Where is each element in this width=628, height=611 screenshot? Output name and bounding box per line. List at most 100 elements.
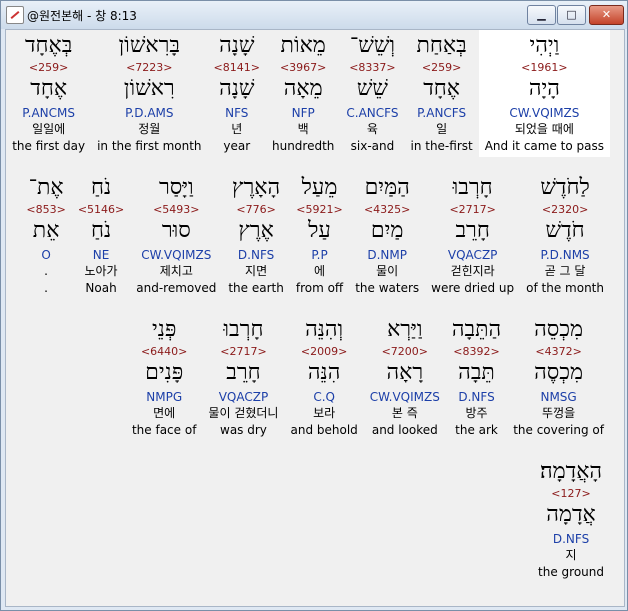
- korean-gloss: 일일에: [32, 122, 66, 136]
- verse-row-3: מִכְסֵה <4372> מִכְסֶה NMSG 뚜껑을 the cove…: [126, 314, 610, 441]
- hebrew-lemma: סוּר: [161, 218, 191, 243]
- strong-number[interactable]: <2717>: [208, 344, 278, 359]
- word-cell[interactable]: נֹחַ <5146> נֹחַ NE 노아가 Noah: [72, 172, 130, 299]
- word-cell[interactable]: וַיָּסַר <5493> סוּר CW.VQIMZS 제치고 and-r…: [130, 172, 222, 299]
- word-cell[interactable]: וַיַּרְא <7200> רָאָה CW.VQIMZS 본 즉 and …: [364, 314, 446, 441]
- strong-number[interactable]: <2009>: [290, 344, 357, 359]
- hebrew-word: אֶת־: [28, 175, 64, 200]
- english-gloss: of the month: [526, 281, 604, 295]
- word-cell[interactable]: אֶת־ <853> אֵת O . .: [20, 172, 71, 299]
- hebrew-lemma: הִנֵּה: [307, 360, 341, 385]
- word-cell[interactable]: הַתֵּבָה <8392> תֵּבָה D.NFS 방주 the ark: [446, 314, 507, 441]
- hebrew-word: נֹחַ: [90, 175, 112, 200]
- strong-number[interactable]: <8392>: [452, 344, 501, 359]
- strong-number[interactable]: <5493>: [136, 202, 216, 217]
- word-cell[interactable]: הָאָרֶץ <776> אֶרֶץ D.NFS 지면 the earth: [222, 172, 290, 299]
- hebrew-word: הַמַּיִם: [364, 175, 410, 200]
- korean-gloss: 방주: [465, 406, 488, 420]
- hebrew-lemma: רָאָה: [386, 360, 424, 385]
- english-gloss: the face of: [131, 423, 197, 437]
- word-cell[interactable]: הַמַּיִם <4325> מַיִם D.NMP 물이 the water…: [349, 172, 425, 299]
- word-cell[interactable]: פְּנֵי <6440> פָּנִים NMPG 면에 the face o…: [126, 314, 202, 441]
- korean-gloss: 물이 걷혔더니: [208, 406, 279, 420]
- morphology-code: CW.VQIMZS: [141, 248, 212, 262]
- strong-number[interactable]: <259>: [12, 60, 85, 75]
- app-window: @원전본해 - 창 8:13 ▁ □ ✕ וַיְהִי <1961> הָיָ…: [0, 0, 628, 611]
- word-cell[interactable]: בְּאַחַת <259> אֶחָד P.ANCFS 일 in the-fi…: [404, 30, 478, 157]
- morphology-code: D.NFS: [458, 390, 495, 404]
- strong-number[interactable]: <3967>: [272, 60, 334, 75]
- word-cell[interactable]: שָׁנָה <8141> שָׁנָה NFS 년 year: [208, 30, 266, 157]
- word-cell[interactable]: וְשֵׁשׁ־ <8337> שֵׁשׁ C.ANCFS 육 six-and: [340, 30, 404, 157]
- hebrew-lemma: עַל: [308, 218, 331, 243]
- strong-number[interactable]: <8337>: [346, 60, 398, 75]
- english-gloss: the earth: [228, 281, 284, 295]
- hebrew-lemma: אֶחָד: [423, 76, 460, 101]
- hebrew-lemma: חֹדֶשׁ: [545, 218, 585, 243]
- hebrew-word: שָׁנָה: [219, 33, 255, 58]
- korean-gloss: .: [44, 264, 48, 278]
- strong-number[interactable]: <259>: [410, 60, 472, 75]
- strong-number[interactable]: <8141>: [214, 60, 260, 75]
- english-gloss: And it came to pass: [484, 139, 604, 153]
- maximize-button[interactable]: □: [557, 5, 586, 25]
- korean-gloss: 노아가: [84, 264, 118, 278]
- word-cell[interactable]: וַיְהִי <1961> הָיָה CW.VQIMZS 되었을 때에 An…: [478, 30, 610, 157]
- english-gloss: and looked: [371, 423, 438, 437]
- morphology-code: VQACZP: [218, 390, 269, 404]
- word-cell[interactable]: לַחֹדֶשׁ <2320> חֹדֶשׁ P.D.NMS 곧 그 달 of …: [520, 172, 610, 299]
- korean-gloss: 보라: [313, 406, 336, 420]
- morphology-code: D.NMP: [367, 248, 407, 262]
- english-gloss: .: [44, 281, 48, 295]
- word-cell[interactable]: חָרְבוּ <2717> חָרֵב VQACZP 걷힌지라 were dr…: [425, 172, 520, 299]
- word-cell[interactable]: וְהִנֵּה <2009> הִנֵּה C.Q 보라 and behold: [284, 314, 363, 441]
- hebrew-word: בָּרִאשׁוֹן: [118, 33, 181, 58]
- title-bar[interactable]: @원전본해 - 창 8:13 ▁ □ ✕: [1, 1, 627, 29]
- hebrew-lemma: תֵּבָה: [458, 360, 495, 385]
- strong-number[interactable]: <7223>: [97, 60, 201, 75]
- korean-gloss: 일: [436, 122, 448, 136]
- word-cell[interactable]: מֵעַל <5921> עַל P.P 에 from off: [290, 172, 349, 299]
- strong-number[interactable]: <853>: [26, 202, 65, 217]
- hebrew-lemma: חָרֵב: [226, 360, 261, 385]
- strong-number[interactable]: <776>: [228, 202, 284, 217]
- hebrew-word: וַיַּרְא: [387, 317, 423, 342]
- strong-number[interactable]: <6440>: [132, 344, 196, 359]
- close-button[interactable]: ✕: [589, 5, 624, 25]
- word-cell[interactable]: מִכְסֵה <4372> מִכְסֶה NMSG 뚜껑을 the cove…: [507, 314, 610, 441]
- morphology-code: O: [41, 248, 51, 262]
- window-title: @원전본해 - 창 8:13: [27, 9, 137, 23]
- english-gloss: in the first month: [97, 139, 202, 153]
- strong-number[interactable]: <2717>: [431, 202, 514, 217]
- word-cell[interactable]: מֵאוֹת <3967> מֵאָה NFP 백 hundredth: [266, 30, 340, 157]
- english-gloss: the covering of: [513, 423, 604, 437]
- strong-number[interactable]: <4372>: [513, 344, 604, 359]
- english-gloss: in the-first: [410, 139, 473, 153]
- strong-number[interactable]: <1961>: [485, 60, 604, 75]
- strong-number[interactable]: <7200>: [370, 344, 440, 359]
- hebrew-lemma: אֶרֶץ: [238, 218, 274, 243]
- korean-gloss: 지면: [245, 264, 268, 278]
- word-cell[interactable]: בְּאֶחָד <259> אֶחָד P.ANCMS 일일에 the fir…: [6, 30, 91, 157]
- morphology-code: P.ANCFS: [417, 106, 467, 120]
- strong-number[interactable]: <2320>: [526, 202, 604, 217]
- hebrew-lemma: אֶחָד: [30, 76, 68, 101]
- hebrew-word: וְהִנֵּה: [305, 317, 344, 342]
- strong-number[interactable]: <127>: [538, 486, 604, 501]
- strong-number[interactable]: <4325>: [355, 202, 419, 217]
- minimize-button[interactable]: ▁: [527, 5, 556, 25]
- word-cell[interactable]: בָּרִאשׁוֹן <7223> רִאשׁוֹן P.D.AMS 정월 i…: [91, 30, 207, 157]
- english-gloss: six-and: [350, 139, 395, 153]
- word-cell[interactable]: חָרְבוּ <2717> חָרֵב VQACZP 물이 걷혔더니 was …: [202, 314, 284, 441]
- hebrew-lemma: מַיִם: [370, 218, 404, 243]
- strong-number[interactable]: <5921>: [296, 202, 343, 217]
- hebrew-word: מִכְסֵה: [534, 317, 584, 342]
- strong-number[interactable]: <5146>: [78, 202, 124, 217]
- word-cell[interactable]: הָאֲדָמָה׃ <127> אֲדָמָה D.NFS 지 the gro…: [532, 456, 610, 583]
- interlinear-view: וַיְהִי <1961> הָיָה CW.VQIMZS 되었을 때에 An…: [5, 29, 625, 607]
- hebrew-word: חָרְבוּ: [452, 175, 493, 200]
- korean-gloss: 지: [565, 548, 577, 562]
- morphology-code: NMSG: [540, 390, 577, 404]
- hebrew-lemma: אֵת: [32, 218, 60, 243]
- korean-gloss: 년: [231, 122, 243, 136]
